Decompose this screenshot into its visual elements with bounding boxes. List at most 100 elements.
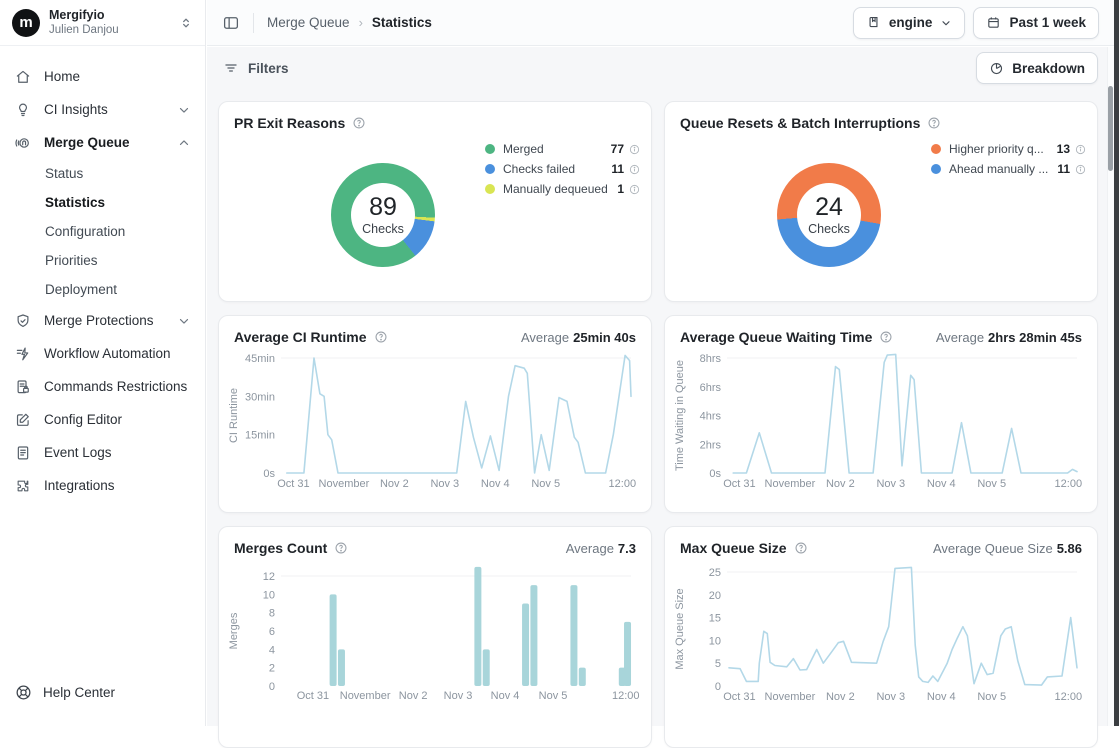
up-down-chevron-icon[interactable] [179, 16, 193, 30]
legend-dot [485, 164, 495, 174]
sidebar-item-config-editor[interactable]: Config Editor [0, 403, 205, 436]
sidebar-item-merge-protections[interactable]: Merge Protections [0, 304, 205, 337]
svg-text:Nov 2: Nov 2 [826, 691, 855, 703]
period-button[interactable]: Past 1 week [973, 7, 1099, 39]
svg-text:0s: 0s [709, 468, 721, 480]
sidebar-subitem-statistics[interactable]: Statistics [0, 188, 205, 217]
legend-item[interactable]: Checks failed 11 [485, 159, 640, 179]
home-icon [14, 68, 32, 86]
sidebar-toggle-icon[interactable] [222, 14, 240, 32]
svg-text:0: 0 [715, 681, 721, 693]
sidebar: m Mergifyio Julien Danjou HomeCI Insight… [0, 0, 206, 726]
queue-select-button[interactable]: engine [853, 7, 966, 39]
breakdown-button[interactable]: Breakdown [976, 52, 1098, 84]
svg-text:November: November [340, 690, 391, 702]
info-icon[interactable] [1075, 164, 1086, 175]
doc-lock-icon [14, 378, 32, 396]
legend-item[interactable]: Manually dequeued1 [485, 179, 640, 199]
sidebar-subitem-status[interactable]: Status [0, 159, 205, 188]
queue-resets-donut[interactable]: 24 Checks [777, 163, 881, 267]
help-center-label: Help Center [43, 685, 115, 700]
sidebar-item-merge-queue[interactable]: Merge Queue [0, 126, 205, 159]
scrollbar-thumb[interactable] [1108, 86, 1113, 171]
help-center-button[interactable]: Help Center [14, 683, 115, 702]
svg-text:12:00: 12:00 [612, 690, 640, 702]
info-icon[interactable] [629, 164, 640, 175]
sidebar-item-label: Commands Restrictions [44, 379, 187, 394]
sidebar-item-ci-insights[interactable]: CI Insights [0, 93, 205, 126]
breadcrumb-separator-icon: › [359, 15, 363, 30]
filters-button[interactable]: Filters [223, 60, 289, 76]
merges-count-chart[interactable]: 024681012Oct 31NovemberNov 2Nov 3Nov 4No… [227, 557, 645, 734]
legend-value: 11 [611, 162, 624, 176]
sidebar-item-event-logs[interactable]: Event Logs [0, 436, 205, 469]
org-name: Mergifyio [49, 8, 170, 24]
legend-item[interactable]: Merged77 [485, 139, 640, 159]
queue-waiting-chart[interactable]: 0s2hrs4hrs6hrs8hrsOct 31NovemberNov 2Nov… [673, 346, 1091, 496]
svg-text:6hrs: 6hrs [700, 382, 722, 394]
sidebar-item-home[interactable]: Home [0, 60, 205, 93]
sidebar-item-commands-restrictions[interactable]: Commands Restrictions [0, 370, 205, 403]
svg-text:0s: 0s [263, 468, 275, 480]
svg-text:30min: 30min [245, 391, 275, 403]
mergify-logo: m [12, 9, 40, 37]
avg_ci_runtime-svg[interactable]: 0s15min30min45minOct 31NovemberNov 2Nov … [227, 346, 645, 496]
info-icon[interactable] [1075, 144, 1086, 155]
svg-text:Max Queue Size: Max Queue Size [674, 588, 686, 669]
account-switcher[interactable]: m Mergifyio Julien Danjou [0, 0, 205, 46]
svg-text:Nov 3: Nov 3 [876, 691, 905, 703]
sidebar-nav: HomeCI InsightsMerge QueueStatusStatisti… [0, 46, 205, 502]
legend-dot [931, 144, 941, 154]
ci-runtime-chart[interactable]: 0s15min30min45minOct 31NovemberNov 2Nov … [227, 346, 645, 496]
help-icon[interactable] [374, 330, 388, 344]
sidebar-subitem-configuration[interactable]: Configuration [0, 217, 205, 246]
topbar: Merge Queue › Statistics engine Past 1 w… [207, 0, 1114, 46]
help-icon[interactable] [334, 541, 348, 555]
svg-text:25: 25 [709, 567, 721, 579]
average-stat: Average25min 40s [521, 330, 636, 345]
queue-select-label: engine [889, 15, 933, 30]
svg-text:Nov 5: Nov 5 [531, 478, 560, 490]
legend-value: 13 [1057, 142, 1070, 156]
pr-exit-reasons-donut[interactable]: 89 Checks [331, 163, 435, 267]
queue-resets-card: Queue Resets & Batch Interruptions 24 Ch… [664, 101, 1098, 302]
sidebar-item-label: Event Logs [44, 445, 112, 460]
avg-queue-waiting-card: Average Queue Waiting Time Average2hrs 2… [664, 315, 1098, 513]
breakdown-label: Breakdown [1012, 61, 1085, 76]
legend-label: Checks failed [503, 162, 605, 176]
svg-text:Nov 3: Nov 3 [444, 690, 473, 702]
svg-text:Oct 31: Oct 31 [297, 690, 329, 702]
svg-text:November: November [765, 478, 816, 490]
info-icon[interactable] [629, 184, 640, 195]
svg-text:Time Waiting in Queue: Time Waiting in Queue [674, 360, 686, 471]
puzzle-icon [14, 477, 32, 495]
help-icon[interactable] [352, 116, 366, 130]
sidebar-item-integrations[interactable]: Integrations [0, 469, 205, 502]
max-queue-size-chart[interactable]: 0510152025Oct 31NovemberNov 2Nov 3Nov 4N… [673, 557, 1091, 734]
help-icon[interactable] [927, 116, 941, 130]
svg-text:Nov 3: Nov 3 [430, 478, 459, 490]
legend-item[interactable]: Higher priority q...13 [931, 139, 1086, 159]
card-title: Merges Count [234, 540, 327, 556]
help-icon[interactable] [879, 330, 893, 344]
svg-text:12:00: 12:00 [1055, 478, 1083, 490]
donut-count: 24 [815, 193, 843, 222]
sidebar-item-workflow-automation[interactable]: Workflow Automation [0, 337, 205, 370]
avg_queue_waiting_time-svg[interactable]: 0s2hrs4hrs6hrs8hrsOct 31NovemberNov 2Nov… [673, 346, 1091, 496]
svg-text:Oct 31: Oct 31 [277, 478, 309, 490]
pie-chart-icon [989, 61, 1004, 76]
svg-text:Nov 4: Nov 4 [491, 690, 520, 702]
merges-count-card: Merges Count Average7.3 024681012Oct 31N… [218, 526, 652, 748]
legend-dot [485, 144, 495, 154]
sidebar-subitem-deployment[interactable]: Deployment [0, 275, 205, 304]
legend-item[interactable]: Ahead manually ...11 [931, 159, 1086, 179]
user-name: Julien Danjou [49, 23, 170, 37]
card-title: Average Queue Waiting Time [680, 329, 872, 345]
breadcrumb-parent[interactable]: Merge Queue [267, 15, 350, 30]
merges_count-svg[interactable]: 024681012Oct 31NovemberNov 2Nov 3Nov 4No… [227, 557, 645, 734]
svg-text:20: 20 [709, 590, 721, 602]
max_queue_size-svg[interactable]: 0510152025Oct 31NovemberNov 2Nov 3Nov 4N… [673, 557, 1091, 734]
info-icon[interactable] [629, 144, 640, 155]
help-icon[interactable] [794, 541, 808, 555]
sidebar-subitem-priorities[interactable]: Priorities [0, 246, 205, 275]
